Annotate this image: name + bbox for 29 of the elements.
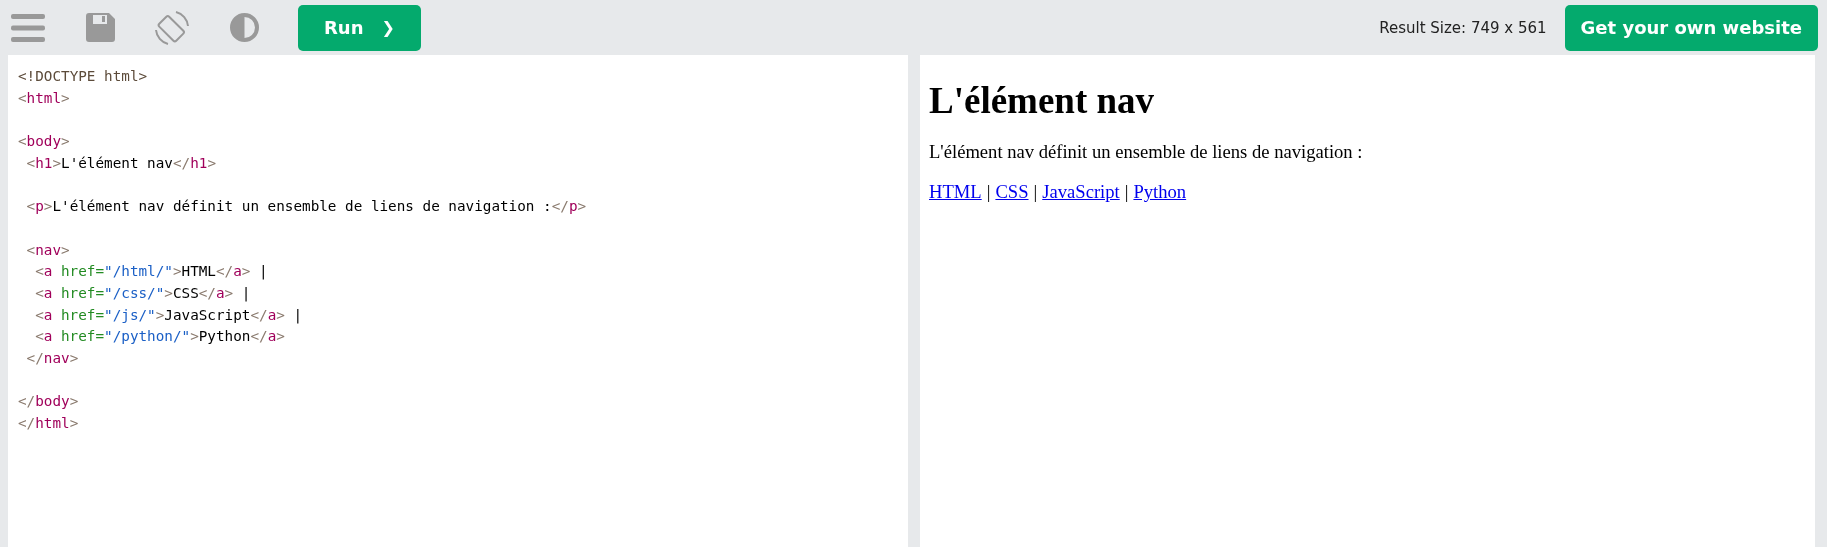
code-line: <a href="/html/">HTML</a> |: [35, 262, 268, 282]
code-line: <body>: [18, 132, 70, 152]
code-line: <p>L'élément nav définit un ensemble de liens de navigation :</p>: [26, 197, 587, 217]
nav-separator: |: [1124, 181, 1129, 203]
nav-link[interactable]: CSS: [995, 181, 1029, 203]
code-line: <nav>: [26, 240, 70, 260]
code-line: <a href="/css/">CSS</a> |: [35, 284, 251, 304]
page-heading: L'élément nav: [929, 79, 1155, 122]
nav-link[interactable]: JavaScript: [1042, 181, 1120, 203]
caret-icon: ❯: [381, 18, 395, 37]
page-paragraph: L'élément nav définit un ensemble de liens de navigation :: [929, 141, 1363, 163]
nav-link[interactable]: HTML: [929, 181, 982, 203]
save-icon: [85, 13, 115, 42]
code-line: <a href="/js/">JavaScript</a> |: [35, 305, 303, 326]
contrast-icon: [229, 13, 259, 42]
code-line: </nav>: [26, 349, 79, 369]
code-line: <a href="/python/">Python</a>: [35, 327, 285, 347]
code-line: </body>: [18, 392, 79, 412]
menu-icon: [11, 13, 45, 42]
code-line: </html>: [18, 414, 79, 434]
nav-link[interactable]: Python: [1133, 181, 1187, 203]
nav-separator: |: [986, 181, 991, 203]
code-line: <!DOCTYPE html>: [18, 67, 148, 86]
code-line: <h1>L'élément nav</h1>: [26, 153, 216, 173]
rotate-button[interactable]: [154, 9, 190, 46]
result-size-label: Result Size: 749 x 561: [1379, 18, 1547, 37]
code-line: <html>: [18, 88, 70, 108]
rotate-icon: [154, 9, 190, 46]
nav-separator: |: [1033, 181, 1038, 203]
